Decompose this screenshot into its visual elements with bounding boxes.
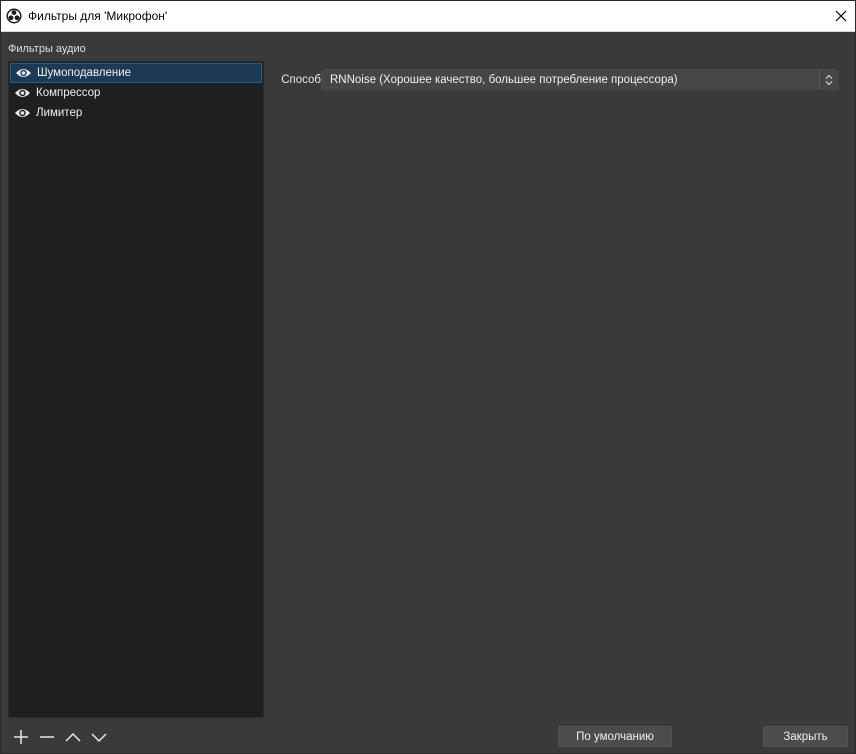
window-title: Фильтры для 'Микрофон' (28, 9, 168, 23)
move-filter-down-button[interactable] (86, 725, 112, 749)
plus-icon (14, 730, 28, 744)
audio-filters-label: Фильтры аудио (8, 43, 86, 55)
move-filter-up-button[interactable] (60, 725, 86, 749)
method-label: Способ (281, 74, 321, 86)
chevron-up-icon (65, 732, 81, 742)
filters-dialog: Фильтры для 'Микрофон' Фильтры аудио Шум… (0, 0, 856, 754)
audio-filter-list[interactable]: Шумоподавление Компрессор Лимитер (8, 61, 264, 718)
method-select[interactable]: RNNoise (Хорошее качество, большее потре… (321, 69, 839, 90)
add-filter-button[interactable] (8, 725, 34, 749)
remove-filter-button[interactable] (34, 725, 60, 749)
method-select-value: RNNoise (Хорошее качество, большее потре… (330, 73, 678, 86)
eye-icon[interactable] (14, 107, 31, 119)
filter-item-limiter[interactable]: Лимитер (9, 103, 263, 123)
close-icon (835, 10, 847, 22)
filter-item-noise-suppression[interactable]: Шумоподавление (10, 63, 262, 83)
title-bar[interactable]: Фильтры для 'Микрофон' (1, 1, 855, 32)
close-button[interactable]: Закрыть (763, 726, 848, 747)
filter-item-label: Шумоподавление (37, 67, 132, 79)
obs-logo-icon (6, 8, 22, 24)
eye-icon[interactable] (14, 87, 31, 99)
defaults-button[interactable]: По умолчанию (558, 726, 672, 747)
chevron-down-icon (91, 733, 107, 743)
filter-properties-panel: Способ RNNoise (Хорошее качество, больше… (269, 61, 853, 718)
select-arrows-icon (819, 70, 838, 89)
filter-item-compressor[interactable]: Компрессор (9, 83, 263, 103)
filter-toolbar (8, 725, 112, 749)
minus-icon (40, 736, 54, 738)
method-row: Способ RNNoise (Хорошее качество, больше… (269, 69, 853, 91)
filter-item-label: Лимитер (36, 107, 83, 119)
eye-icon[interactable] (15, 67, 32, 79)
filter-item-label: Компрессор (36, 87, 101, 99)
window-close-button[interactable] (827, 1, 855, 31)
